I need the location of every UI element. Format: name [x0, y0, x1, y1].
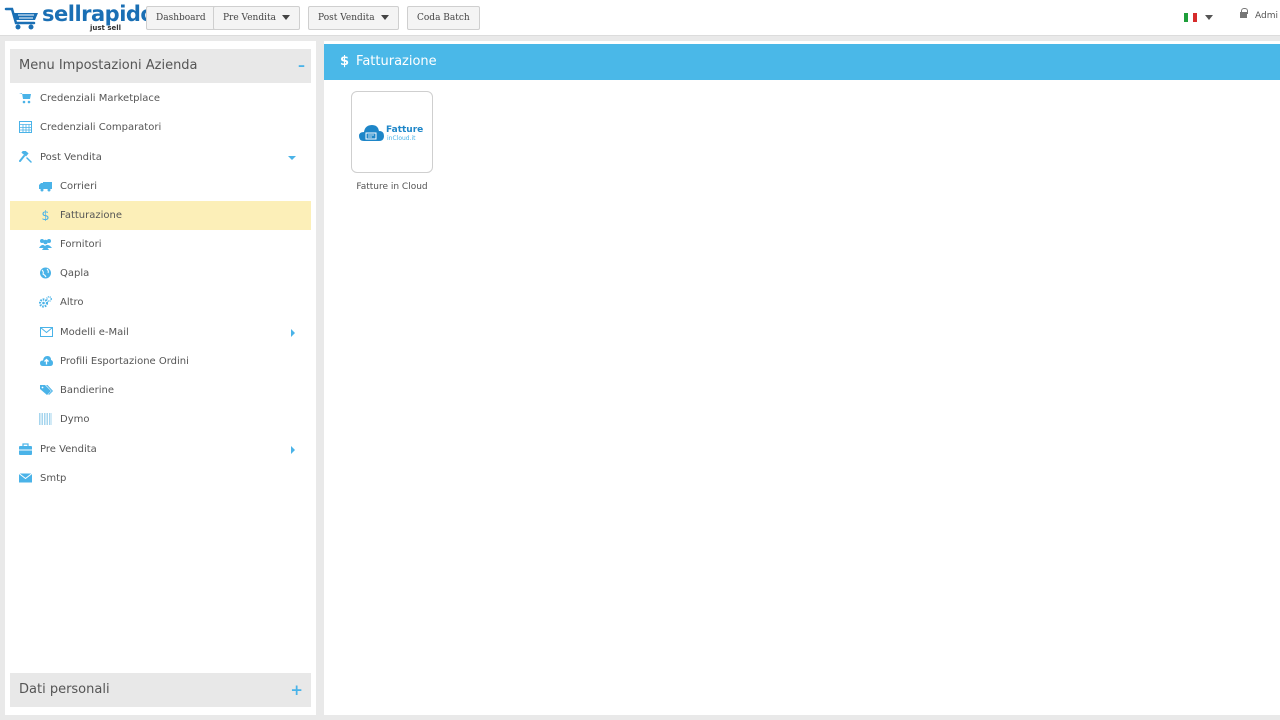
sidebar-item-credenziali-comparatori[interactable]: Credenziali Comparatori: [10, 113, 311, 142]
nav-coda-batch-label: Coda Batch: [417, 13, 470, 23]
expand-icon[interactable]: +: [290, 673, 303, 707]
card-logo-subtitle: inCloud.it: [387, 135, 416, 142]
settings-sidebar: Menu Impostazioni Azienda – Credenziali …: [5, 41, 316, 715]
sidebar-item-label: Profili Esportazione Ordini: [60, 356, 189, 367]
caret-down-icon: [380, 15, 389, 20]
sidebar-item-label: Fornitori: [60, 239, 102, 250]
truck-icon: [39, 182, 52, 192]
lock-icon: [1240, 8, 1248, 18]
envelope-outline-icon: [40, 327, 53, 337]
sidebar-item-label: Smtp: [40, 473, 67, 484]
sidebar-item-label: Modelli e-Mail: [60, 327, 129, 338]
page-title: Fatturazione: [356, 54, 437, 69]
chevron-right-icon: [291, 446, 295, 454]
sidebar-item-fornitori[interactable]: Fornitori: [10, 230, 311, 259]
dollar-icon: $: [340, 54, 350, 69]
gears-icon: [39, 296, 52, 308]
briefcase-icon: [19, 443, 32, 455]
sidebar-item-profili-esportazione-ordini[interactable]: Profili Esportazione Ordini: [10, 347, 311, 376]
sidebar-item-qapla[interactable]: Qapla: [10, 259, 311, 288]
sidebar-item-label: Bandierine: [60, 385, 114, 396]
sidebar-item-label: Altro: [60, 297, 84, 308]
nav-post-vendita-label: Post Vendita: [318, 13, 375, 23]
sidebar-item-modelli-email[interactable]: Modelli e-Mail: [10, 318, 311, 347]
sidebar-item-credenziali-marketplace[interactable]: Credenziali Marketplace: [10, 84, 311, 113]
chevron-right-icon: [291, 329, 295, 337]
sellrapido-logo[interactable]: sellrapido just sell: [4, 2, 155, 34]
top-bar: sellrapido just sell Dashboard Pre Vendi…: [0, 0, 1280, 36]
sidebar-item-label: Post Vendita: [40, 152, 102, 163]
logo-tagline: just sell: [90, 24, 122, 32]
nav-pre-vendita-dropdown[interactable]: Pre Vendita: [213, 6, 300, 30]
nav-post-vendita-dropdown[interactable]: Post Vendita: [308, 6, 399, 30]
cart-icon: [19, 93, 31, 104]
cloud-upload-icon: [40, 356, 53, 366]
globe-icon: [40, 267, 51, 279]
grid-calculator-icon: [19, 121, 32, 133]
gavel-icon: [19, 151, 32, 163]
sidebar-item-smtp[interactable]: Smtp: [10, 464, 311, 493]
sidebar-item-altro[interactable]: Altro: [10, 288, 311, 317]
main-panel: $ Fatturazione Fatture inCloud.it Fatture…: [324, 41, 1280, 715]
user-label: Admi: [1255, 11, 1278, 21]
users-icon: [39, 239, 52, 250]
sidebar-item-label: Qapla: [60, 268, 90, 279]
collapse-icon[interactable]: –: [298, 49, 305, 83]
tags-icon: [40, 385, 53, 395]
nav-coda-batch-button[interactable]: Coda Batch: [407, 6, 480, 30]
sidebar-footer-title: Dati personali: [19, 682, 110, 697]
sidebar-item-label: Pre Vendita: [40, 444, 97, 455]
sidebar-footer[interactable]: Dati personali +: [10, 673, 311, 707]
cart-logo-icon: [4, 7, 38, 30]
sidebar-item-bandierine[interactable]: Bandierine: [10, 376, 311, 405]
sidebar-item-label: Credenziali Comparatori: [40, 122, 162, 133]
nav-dashboard-label: Dashboard: [156, 13, 206, 23]
panel-header: $ Fatturazione: [324, 44, 1280, 80]
user-menu[interactable]: Admi: [1240, 8, 1278, 21]
sidebar-item-pre-vendita[interactable]: Pre Vendita: [10, 435, 311, 464]
chevron-down-icon: [288, 156, 296, 160]
sidebar-item-label: Credenziali Marketplace: [40, 93, 161, 104]
card-caption[interactable]: Fatture in Cloud: [346, 182, 438, 192]
nav-pre-vendita-label: Pre Vendita: [223, 13, 276, 23]
sidebar-item-label: Dymo: [60, 414, 90, 425]
fatture-in-cloud-card[interactable]: Fatture inCloud.it: [351, 91, 433, 173]
barcode-icon: [39, 413, 52, 425]
sidebar-header[interactable]: Menu Impostazioni Azienda –: [10, 49, 311, 83]
sidebar-item-dymo[interactable]: Dymo: [10, 405, 311, 434]
italy-flag-icon: [1184, 13, 1197, 22]
caret-down-icon: [281, 15, 290, 20]
envelope-icon: [19, 473, 32, 483]
sidebar-item-label: Fatturazione: [60, 210, 123, 221]
svg-text:$: $: [41, 209, 49, 221]
dollar-icon: $: [41, 209, 49, 221]
sidebar-item-label: Corrieri: [60, 181, 97, 192]
logo-text: sellrapido: [42, 2, 155, 26]
sidebar-item-corrieri[interactable]: Corrieri: [10, 172, 311, 201]
sidebar-title: Menu Impostazioni Azienda: [19, 58, 198, 73]
sidebar-item-post-vendita[interactable]: Post Vendita: [10, 143, 311, 172]
card-logo-title: Fatture: [386, 125, 423, 135]
nav-dashboard-button[interactable]: Dashboard: [146, 6, 216, 30]
caret-down-icon: [1205, 15, 1213, 20]
fatture-in-cloud-logo: Fatture inCloud.it: [359, 125, 423, 142]
sidebar-item-fatturazione[interactable]: $ Fatturazione: [10, 201, 311, 230]
